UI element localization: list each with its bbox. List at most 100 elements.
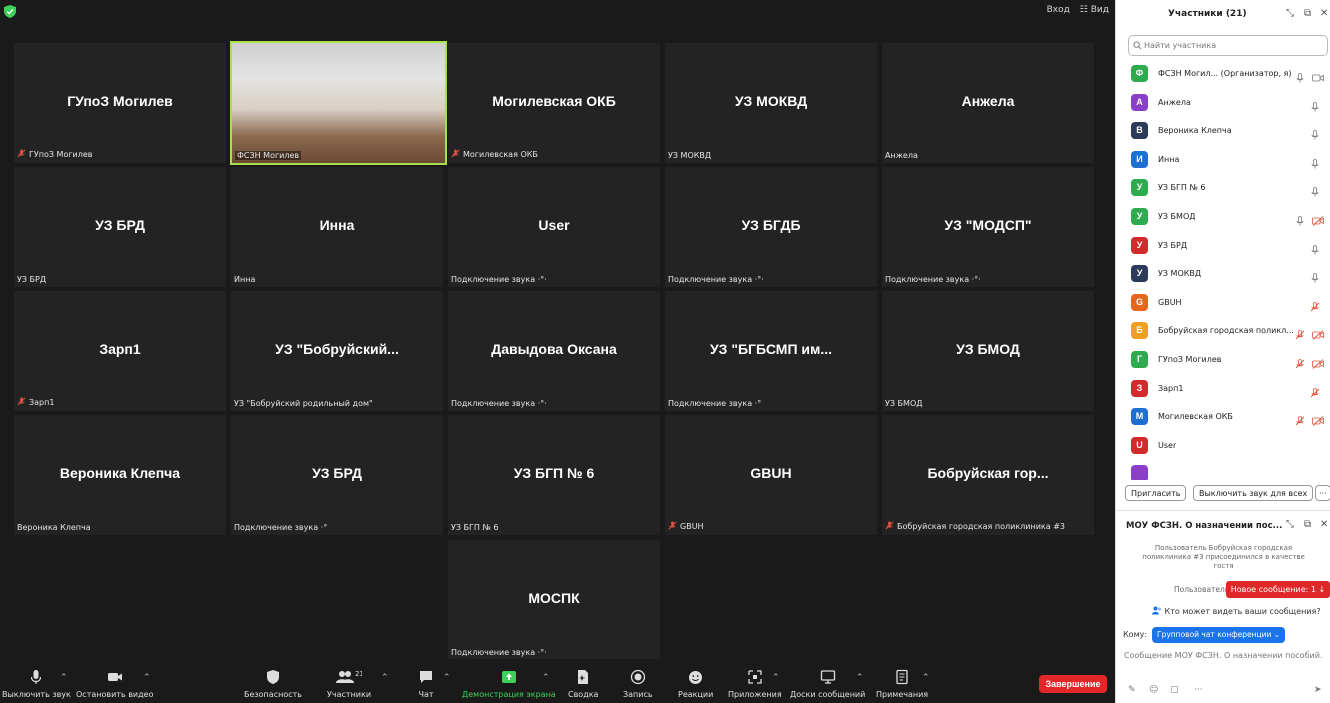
whiteboards-button[interactable]: Доски сообщений [790, 669, 865, 699]
video-tile[interactable]: Давыдова Оксана Подключение звука ·°· [448, 291, 660, 411]
reactions-button[interactable]: Реакции [678, 669, 713, 699]
video-off-icon[interactable] [1312, 354, 1324, 369]
participant-search-input[interactable]: Найти участника [1128, 35, 1328, 56]
participant-row[interactable]: У УЗ БМОД [1116, 203, 1330, 231]
stop-video-button[interactable]: Остановить видео [76, 669, 153, 699]
participant-row[interactable]: У УЗ БРД [1116, 232, 1330, 260]
video-tile[interactable]: Зарп1 Зарп1 [14, 291, 226, 411]
video-tile[interactable]: Могилевская ОКБ Могилевская ОКБ [448, 43, 660, 163]
video-tile[interactable]: УЗ "МОДСП" Подключение звука ·°· [882, 167, 1094, 287]
microphone-icon[interactable] [1310, 182, 1320, 197]
emoji-icon[interactable]: ☺ [1149, 685, 1158, 695]
who-can-see-link[interactable]: Кто может видеть ваши сообщения? [1152, 606, 1321, 616]
participant-row[interactable]: U User [1116, 432, 1330, 460]
more-tools-icon[interactable]: ··· [1194, 685, 1203, 695]
video-tile[interactable]: УЗ "БГБСМП им... Подключение звука ·° [665, 291, 877, 411]
whiteboards-options-chevron-icon[interactable]: ⌃ [856, 673, 864, 683]
share-options-chevron-icon[interactable]: ⌃ [542, 673, 550, 683]
chat-minimize-icon[interactable]: ⤡ [1286, 519, 1294, 530]
chat-message-input[interactable]: Сообщение МОУ ФСЗН. О назначении пособий… [1124, 651, 1324, 661]
microphone-icon[interactable] [1295, 211, 1305, 226]
video-off-icon[interactable] [1312, 411, 1324, 427]
tile-name-label: Подключение звука ·°· [885, 275, 981, 284]
participant-row[interactable]: З Зарп1 [1116, 375, 1330, 403]
video-tile[interactable]: Бобруйская гор... Бобруйская городская по… [882, 415, 1094, 535]
video-camera-icon[interactable] [1312, 68, 1324, 82]
invite-button[interactable]: Пригласить [1125, 485, 1187, 501]
chat-button[interactable]: Чат [418, 669, 434, 699]
video-tile[interactable]: УЗ БРД УЗ БРД [14, 167, 226, 287]
video-tile[interactable]: УЗ МОКВД УЗ МОКВД [665, 43, 877, 163]
video-tile[interactable]: GBUH GBUH [665, 415, 877, 535]
microphone-icon[interactable] [1310, 268, 1320, 283]
microphone-icon[interactable] [1310, 154, 1320, 169]
participant-row[interactable]: Г ГУпоЗ Могилев [1116, 346, 1330, 374]
participant-row[interactable]: У УЗ МОКВД [1116, 260, 1330, 288]
minimize-icon[interactable]: ⤡ [1286, 8, 1294, 19]
chat-pop-out-icon[interactable]: ⧉ [1304, 519, 1311, 530]
notes-button[interactable]: Примечания [876, 669, 928, 699]
participants-options-chevron-icon[interactable]: ⌃ [381, 673, 389, 683]
participant-row[interactable] [1116, 460, 1330, 480]
recipient-select[interactable]: Групповой чат конференции ⌄ [1152, 627, 1286, 643]
file-icon[interactable]: ▢ [1170, 685, 1179, 695]
video-tile[interactable]: УЗ БГДБ Подключение звука ·°· [665, 167, 877, 287]
video-tile[interactable]: УЗ БГП № 6 УЗ БГП № 6 [448, 415, 660, 535]
format-text-icon[interactable]: ✎ [1128, 685, 1136, 695]
view-button[interactable]: ☷ Вид [1080, 5, 1109, 15]
participant-list: Ф ФСЗН Могил... (Организатор, я) А Анжела В В… [1116, 60, 1330, 480]
new-message-button[interactable]: Новое сообщение: 1 ↓ [1226, 581, 1330, 598]
participant-row[interactable]: В Вероника Клепча [1116, 117, 1330, 145]
apps-options-chevron-icon[interactable]: ⌃ [772, 673, 780, 683]
video-tile[interactable]: Вероника Клепча Вероника Клепча [14, 415, 226, 535]
search-placeholder: Найти участника [1144, 41, 1217, 50]
participant-row[interactable]: И Инна [1116, 146, 1330, 174]
video-tile[interactable]: УЗ БРД Подключение звука ·° [231, 415, 443, 535]
video-off-icon[interactable] [1312, 325, 1324, 341]
video-tile[interactable]: ГУпоЗ Могилев ГУпоЗ Могилев [14, 43, 226, 163]
microphone-icon[interactable] [1295, 68, 1305, 83]
mute-all-button[interactable]: Выключить звук для всех [1193, 485, 1314, 501]
notes-options-chevron-icon[interactable]: ⌃ [922, 673, 930, 683]
participant-row[interactable]: Б Бобруйская городская поликл... [1116, 317, 1330, 345]
more-options-button[interactable]: ··· [1315, 485, 1330, 501]
microphone-muted-icon[interactable] [1295, 354, 1305, 369]
video-tile[interactable]: МОСПК Подключение звука ·°· [448, 540, 660, 660]
chat-close-icon[interactable]: ✕ [1320, 519, 1328, 530]
microphone-icon[interactable] [1310, 125, 1320, 140]
microphone-muted-icon[interactable] [1310, 383, 1320, 397]
video-tile[interactable]: User Подключение звука ·°· [448, 167, 660, 287]
video-options-chevron-icon[interactable]: ⌃ [143, 673, 151, 683]
send-icon[interactable]: ➤ [1314, 685, 1322, 695]
participant-row[interactable]: М Могилевская ОКБ [1116, 403, 1330, 431]
video-tile[interactable]: Анжела Анжела [882, 43, 1094, 163]
shield-icon[interactable] [4, 5, 16, 18]
participant-row[interactable]: У УЗ БГП № 6 [1116, 174, 1330, 202]
participant-row[interactable]: Ф ФСЗН Могил... (Организатор, я) [1116, 60, 1330, 88]
participant-row[interactable]: А Анжела [1116, 89, 1330, 117]
participant-name: Бобруйская городская поликл... [1158, 326, 1294, 336]
participants-button[interactable]: 21 Участники [327, 669, 371, 699]
video-tile[interactable]: УЗ "Бобруйский... УЗ "Бобруйский родильны… [231, 291, 443, 411]
summary-button[interactable]: Сводка [568, 669, 598, 699]
security-button[interactable]: Безопасность [244, 669, 302, 699]
microphone-icon[interactable] [1310, 97, 1320, 112]
login-button[interactable]: Вход [1047, 5, 1070, 15]
microphone-icon[interactable] [1310, 240, 1320, 255]
record-button[interactable]: Запись [623, 669, 653, 699]
video-tile[interactable]: Инна Инна [231, 167, 443, 287]
close-icon[interactable]: ✕ [1320, 8, 1328, 19]
video-tile[interactable]: ФСЗН Могилев [230, 41, 447, 165]
participant-row[interactable]: G GBUH [1116, 289, 1330, 317]
end-meeting-button[interactable]: Завершение [1039, 675, 1107, 693]
tile-display-name: GBUH [750, 465, 792, 481]
video-tile[interactable]: УЗ БМОД УЗ БМОД [882, 291, 1094, 411]
mute-options-chevron-icon[interactable]: ⌃ [60, 673, 68, 683]
video-off-icon[interactable] [1312, 211, 1324, 226]
microphone-muted-icon[interactable] [1295, 325, 1305, 340]
pop-out-icon[interactable]: ⧉ [1304, 8, 1311, 19]
microphone-muted-icon[interactable] [1310, 297, 1320, 312]
chat-options-chevron-icon[interactable]: ⌃ [443, 673, 451, 683]
microphone-muted-icon[interactable] [1295, 411, 1305, 426]
participants-icon: 21 [336, 670, 362, 683]
